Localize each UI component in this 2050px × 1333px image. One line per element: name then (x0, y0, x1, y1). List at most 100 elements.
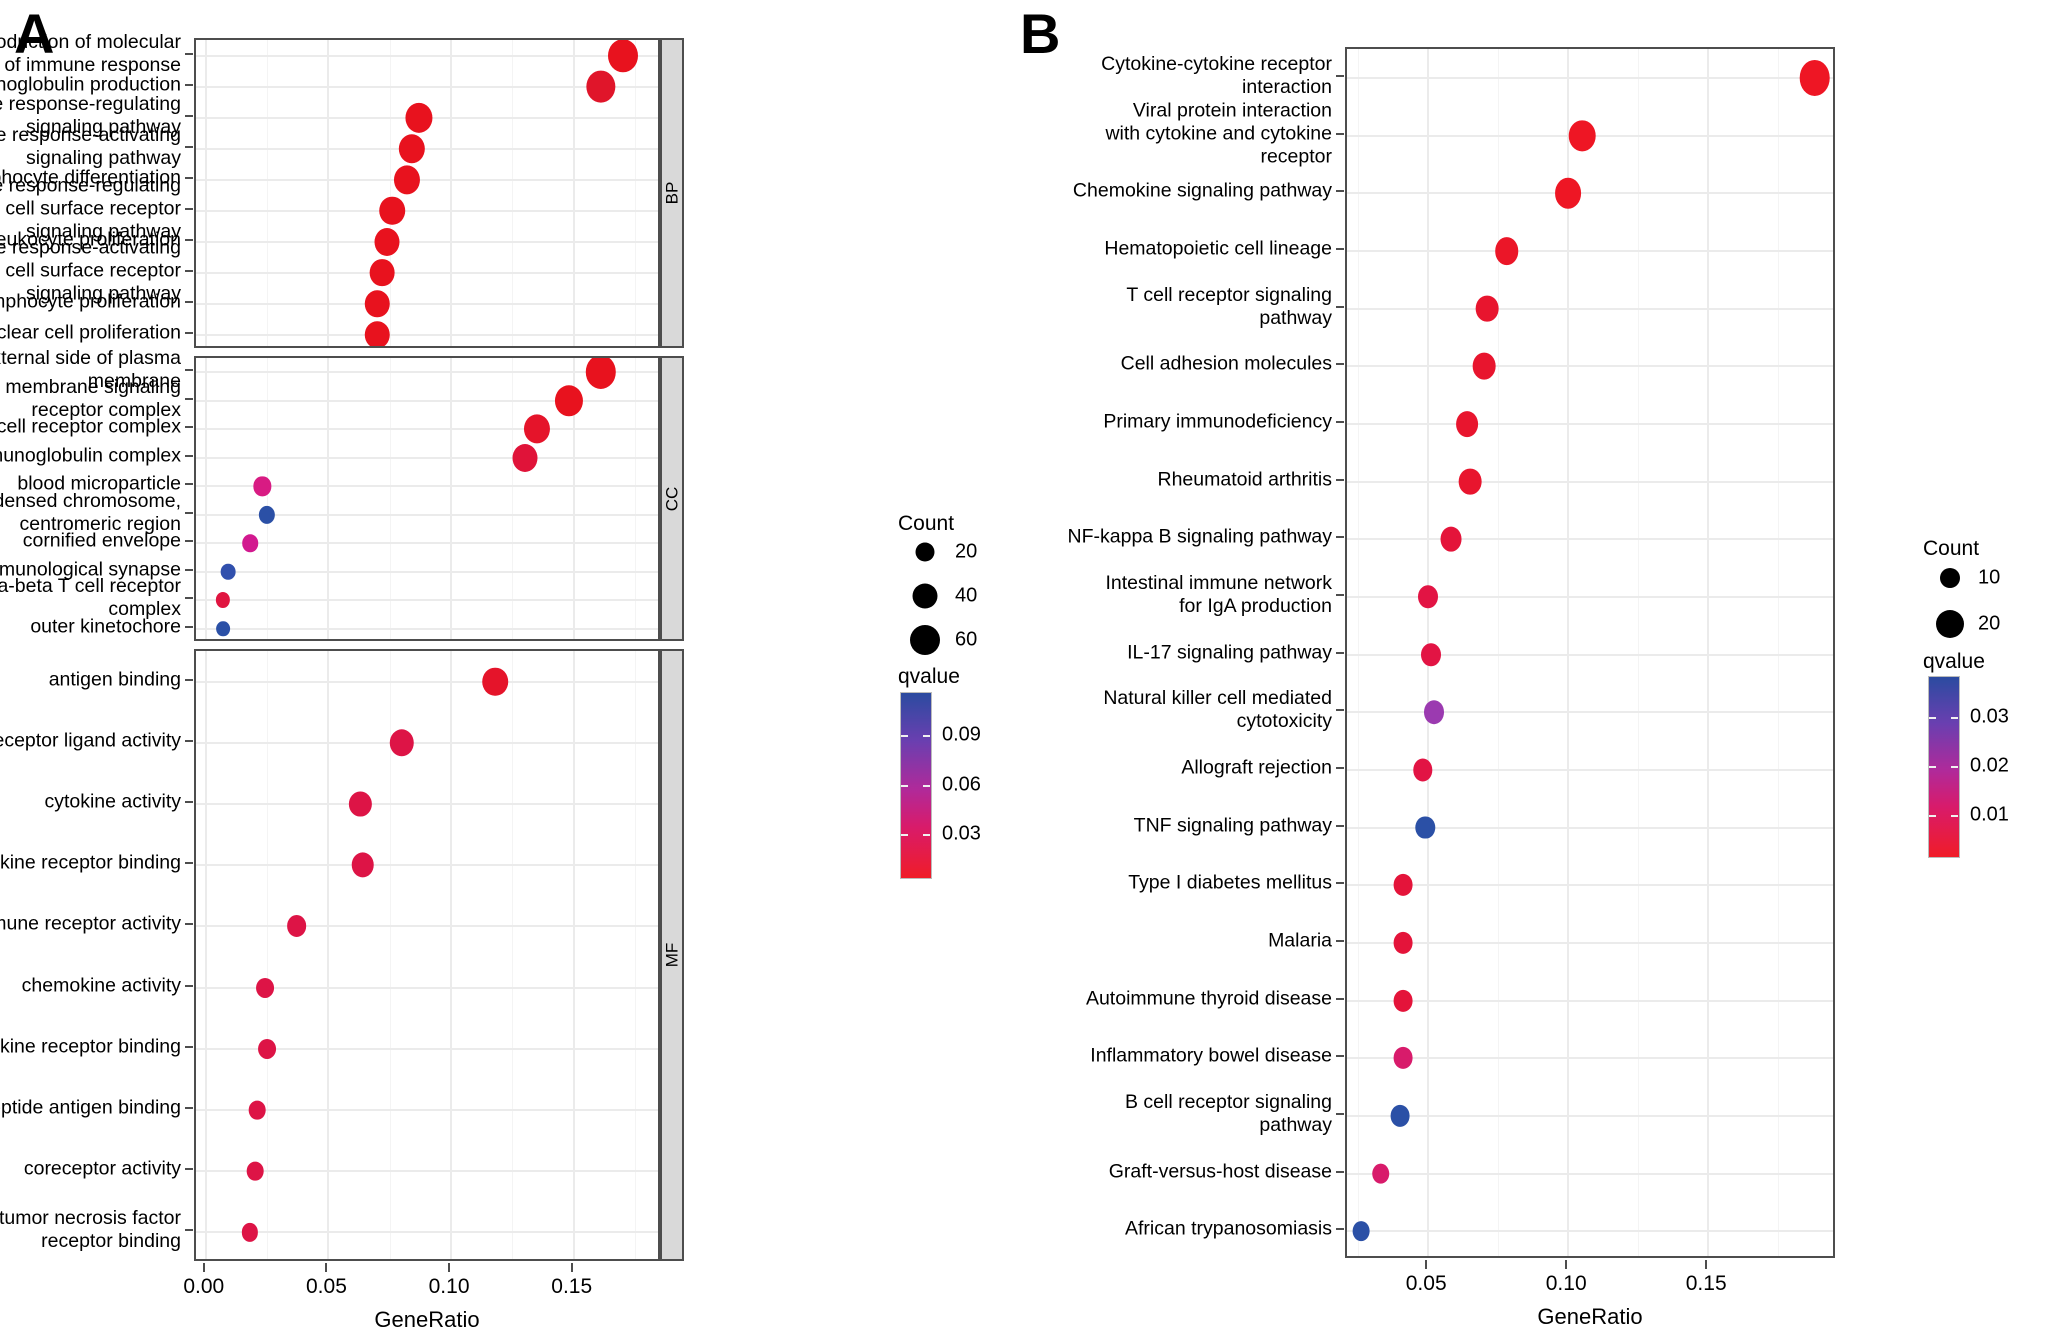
y-axis-tick (1336, 478, 1344, 481)
data-point (1393, 1047, 1413, 1070)
y-axis-tick (185, 801, 193, 803)
y-axis-tick (1336, 1228, 1344, 1231)
y-axis-label: Primary immunodeficiency (1103, 410, 1332, 433)
data-point (1352, 1221, 1370, 1242)
gridline-h (196, 333, 658, 336)
y-axis-tick (185, 269, 193, 272)
data-point (393, 164, 420, 195)
gridline-h (196, 627, 658, 630)
y-axis-label: Autoimmune thyroid disease (1085, 987, 1332, 1009)
x-axis-title: GeneRatio (1537, 1304, 1643, 1329)
data-point (398, 133, 425, 164)
gridline-h (1347, 249, 1833, 252)
y-axis-label: receptor ligand activity (0, 729, 181, 752)
data-point (1799, 59, 1830, 96)
data-point (215, 592, 231, 609)
gridline-h (1347, 1057, 1833, 1060)
legend-size-label: 10 (1978, 566, 2001, 589)
gridline-h (1347, 192, 1833, 195)
y-axis-label: cytokine receptor binding (0, 851, 181, 874)
gridline-h (1347, 538, 1833, 541)
colorbar-tick (1929, 766, 1936, 768)
y-axis-label: Cell adhesion molecules (1120, 352, 1332, 375)
colorbar-tick (901, 734, 908, 737)
y-axis-label: B cell receptor signaling pathway (1124, 1090, 1332, 1136)
facet-strip-cc-label: CC (662, 486, 681, 511)
gridline-major (1567, 49, 1570, 1256)
facet-strip-bp: BP (660, 38, 684, 348)
facet-panel-bp (194, 38, 660, 348)
y-axis-label: cornified envelope (22, 529, 181, 552)
y-axis-label: Natural killer cell mediated cytotoxicit… (1103, 687, 1332, 733)
data-point (1475, 295, 1499, 322)
panel-a-qvalue-legend-title: qvalue (898, 665, 960, 688)
data-point (1393, 931, 1413, 954)
gridline-h (196, 209, 658, 212)
data-point (1421, 642, 1441, 667)
colorbar-tick (1929, 814, 1936, 817)
legend-size-dot (1936, 610, 1964, 638)
y-axis-tick (1336, 420, 1344, 423)
gridline-h (196, 178, 658, 181)
gridline-minor (1638, 49, 1640, 1256)
panel-b-qvalue-legend-title: qvalue (1923, 650, 1985, 673)
gridline-h (196, 1231, 658, 1234)
y-axis-tick (1336, 766, 1344, 769)
colorbar-tick (1929, 717, 1936, 720)
y-axis-label: chemokine activity (21, 974, 181, 997)
gridline-minor (1778, 49, 1780, 1256)
x-axis-tick-label: 0.05 (1405, 1272, 1447, 1295)
figure-root: A BP CC MF production of molecular media… (0, 0, 2050, 1333)
data-point (389, 729, 415, 757)
y-axis-label: lymphocyte proliferation (0, 290, 181, 312)
y-axis-label: African trypanosomiasis (1125, 1217, 1332, 1240)
y-axis-label: outer kinetochore (30, 615, 181, 638)
y-axis-label: antigen binding (48, 668, 181, 691)
data-point (241, 1223, 259, 1242)
gridline-h (1347, 1114, 1833, 1117)
gridline-minor (1358, 49, 1360, 1256)
data-point (351, 852, 375, 878)
y-axis-label: Hematopoietic cell lineage (1104, 237, 1332, 260)
y-axis-tick (185, 923, 193, 926)
y-axis-tick (185, 862, 193, 865)
y-axis-tick (185, 678, 193, 681)
gridline-h (1347, 76, 1833, 79)
gridline-h (196, 240, 658, 243)
gridline-h (1347, 999, 1833, 1002)
x-axis-tick-label: 0.10 (1545, 1272, 1587, 1295)
y-axis-tick (185, 1045, 193, 1048)
y-axis-label: immunoglobulin complex (0, 444, 181, 467)
data-point (1418, 585, 1439, 609)
y-axis-tick (185, 300, 193, 303)
data-point (286, 915, 307, 938)
gridline-h (1347, 1230, 1833, 1233)
colorbar-tick (901, 834, 908, 837)
y-axis-tick (1336, 709, 1344, 712)
data-point (1458, 468, 1482, 495)
y-axis-tick (185, 426, 193, 429)
gridline-h (1347, 653, 1833, 656)
data-point (523, 414, 550, 444)
colorbar-tick (1951, 717, 1958, 720)
gridline-h (196, 803, 658, 805)
y-axis-tick (1336, 132, 1344, 135)
x-axis-tick-label: 0.15 (551, 1275, 593, 1298)
data-point (1371, 1163, 1390, 1184)
x-axis-tick (1705, 1260, 1708, 1269)
colorbar-tick (1951, 766, 1958, 768)
gridline-h (196, 271, 658, 274)
gridline-h (196, 570, 658, 573)
y-axis-label: T cell receptor signaling pathway (1126, 283, 1332, 329)
data-point (1494, 236, 1519, 265)
colorbar-label: 0.02 (1970, 754, 2009, 777)
y-axis-tick (185, 238, 193, 241)
y-axis-tick (185, 540, 193, 543)
y-axis-label: TNF signaling pathway (1133, 814, 1332, 836)
y-axis-tick (185, 397, 193, 400)
y-axis-label: Graft-versus-host disease (1108, 1160, 1332, 1182)
gridline-h (1347, 711, 1833, 714)
y-axis-tick (185, 52, 193, 55)
data-point (607, 40, 638, 73)
data-point (1568, 119, 1596, 152)
